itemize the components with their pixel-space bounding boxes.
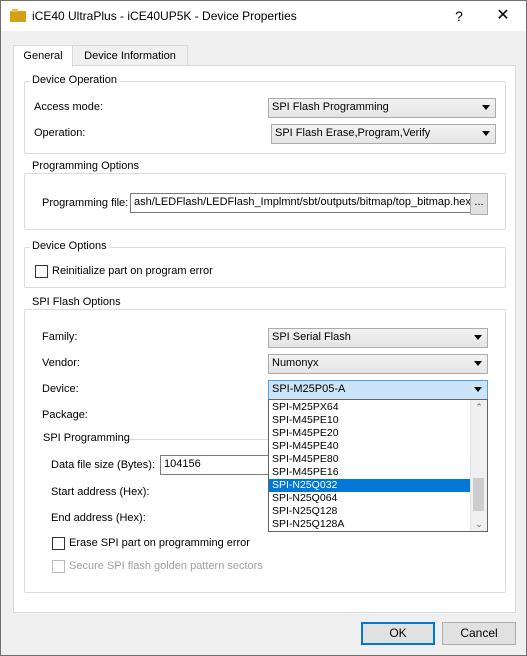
reinitialize-label: Reinitialize part on program error xyxy=(52,265,213,277)
ok-button[interactable]: OK xyxy=(361,622,435,645)
dropdown-item-spi-n25q128a[interactable]: SPI-N25Q128A xyxy=(269,518,472,531)
dropdown-item-spi-m45pe16[interactable]: SPI-M45PE16 xyxy=(269,466,472,479)
browse-button[interactable]: ... xyxy=(470,193,488,215)
scroll-thumb[interactable] xyxy=(473,478,484,511)
chevron-down-icon xyxy=(474,387,482,392)
access-mode-value: SPI Flash Programming xyxy=(272,101,389,113)
programming-file-label: Programming file: xyxy=(42,197,129,209)
dropdown-item-spi-m45pe40[interactable]: SPI-M45PE40 xyxy=(269,440,472,453)
scroll-up-icon[interactable]: ⌃ xyxy=(471,400,487,414)
spi-flash-options-title: SPI Flash Options xyxy=(30,296,123,308)
dropdown-item-spi-m45pe80[interactable]: SPI-M45PE80 xyxy=(269,453,472,466)
window-title: iCE40 UltraPlus - iCE40UP5K - Device Pro… xyxy=(32,9,297,23)
device-label: Device: xyxy=(42,383,79,395)
dropdown-scrollbar[interactable]: ⌃ ⌄ xyxy=(470,400,487,531)
erase-spi-checkbox[interactable] xyxy=(52,537,65,550)
vendor-value: Numonyx xyxy=(272,357,319,369)
spi-programming-title: SPI Programming xyxy=(43,432,130,444)
secure-spi-label: Secure SPI flash golden pattern sectors xyxy=(69,560,263,572)
chevron-down-icon xyxy=(474,335,482,340)
secure-spi-checkbox[interactable] xyxy=(52,560,65,573)
title-bar: iCE40 UltraPlus - iCE40UP5K - Device Pro… xyxy=(1,1,526,31)
device-dropdown-list[interactable]: SPI-M25PX64 SPI-M45PE10 SPI-M45PE20 SPI-… xyxy=(268,399,488,532)
vendor-label: Vendor: xyxy=(42,357,80,369)
family-label: Family: xyxy=(42,331,78,343)
dropdown-item-spi-n25q064[interactable]: SPI-N25Q064 xyxy=(269,492,472,505)
tab-device-information[interactable]: Device Information xyxy=(72,45,188,66)
programming-options-title: Programming Options xyxy=(30,160,141,172)
device-select[interactable]: SPI-M25P05-A xyxy=(268,380,488,400)
access-mode-label: Access mode: xyxy=(34,101,104,113)
dropdown-item-spi-n25q032[interactable]: SPI-N25Q032 xyxy=(269,479,472,492)
programming-file-value: ash/LEDFlash/LEDFlash_Implmnt/sbt/output… xyxy=(134,196,471,208)
data-file-size-field[interactable]: 104156 xyxy=(160,455,272,475)
dropdown-item-spi-m45pe10[interactable]: SPI-M45PE10 xyxy=(269,414,472,427)
operation-value: SPI Flash Erase,Program,Verify xyxy=(275,127,431,139)
reinitialize-checkbox[interactable] xyxy=(35,265,48,278)
access-mode-select[interactable]: SPI Flash Programming xyxy=(268,98,496,118)
tab-general[interactable]: General xyxy=(13,45,73,67)
spi-programming-separator xyxy=(122,439,268,440)
app-icon xyxy=(10,9,26,22)
operation-label: Operation: xyxy=(34,127,86,139)
data-file-size-label: Data file size (Bytes): xyxy=(51,459,155,471)
package-label: Package: xyxy=(42,409,88,421)
family-select[interactable]: SPI Serial Flash xyxy=(268,328,488,348)
device-value: SPI-M25P05-A xyxy=(272,383,346,395)
dropdown-item-spi-n25q128[interactable]: SPI-N25Q128 xyxy=(269,505,472,518)
family-value: SPI Serial Flash xyxy=(272,331,351,343)
operation-select[interactable]: SPI Flash Erase,Program,Verify xyxy=(271,124,496,144)
programming-file-field[interactable]: ash/LEDFlash/LEDFlash_Implmnt/sbt/output… xyxy=(130,193,471,213)
scroll-down-icon[interactable]: ⌄ xyxy=(471,517,487,531)
erase-spi-label: Erase SPI part on programming error xyxy=(69,537,250,549)
cancel-button[interactable]: Cancel xyxy=(442,622,516,645)
device-options-title: Device Options xyxy=(30,240,109,252)
chevron-down-icon xyxy=(482,131,490,136)
dropdown-item-spi-m45pe20[interactable]: SPI-M45PE20 xyxy=(269,427,472,440)
chevron-down-icon xyxy=(482,105,490,110)
data-file-size-value: 104156 xyxy=(164,458,201,470)
end-address-label: End address (Hex): xyxy=(51,512,146,524)
start-address-label: Start address (Hex): xyxy=(51,486,150,498)
close-button[interactable]: ✕ xyxy=(493,6,513,26)
device-properties-window: iCE40 UltraPlus - iCE40UP5K - Device Pro… xyxy=(0,0,527,656)
help-button[interactable]: ? xyxy=(449,6,469,26)
chevron-down-icon xyxy=(474,361,482,366)
dropdown-item-spi-m25px64[interactable]: SPI-M25PX64 xyxy=(269,401,472,414)
device-operation-title: Device Operation xyxy=(30,74,119,86)
vendor-select[interactable]: Numonyx xyxy=(268,354,488,374)
